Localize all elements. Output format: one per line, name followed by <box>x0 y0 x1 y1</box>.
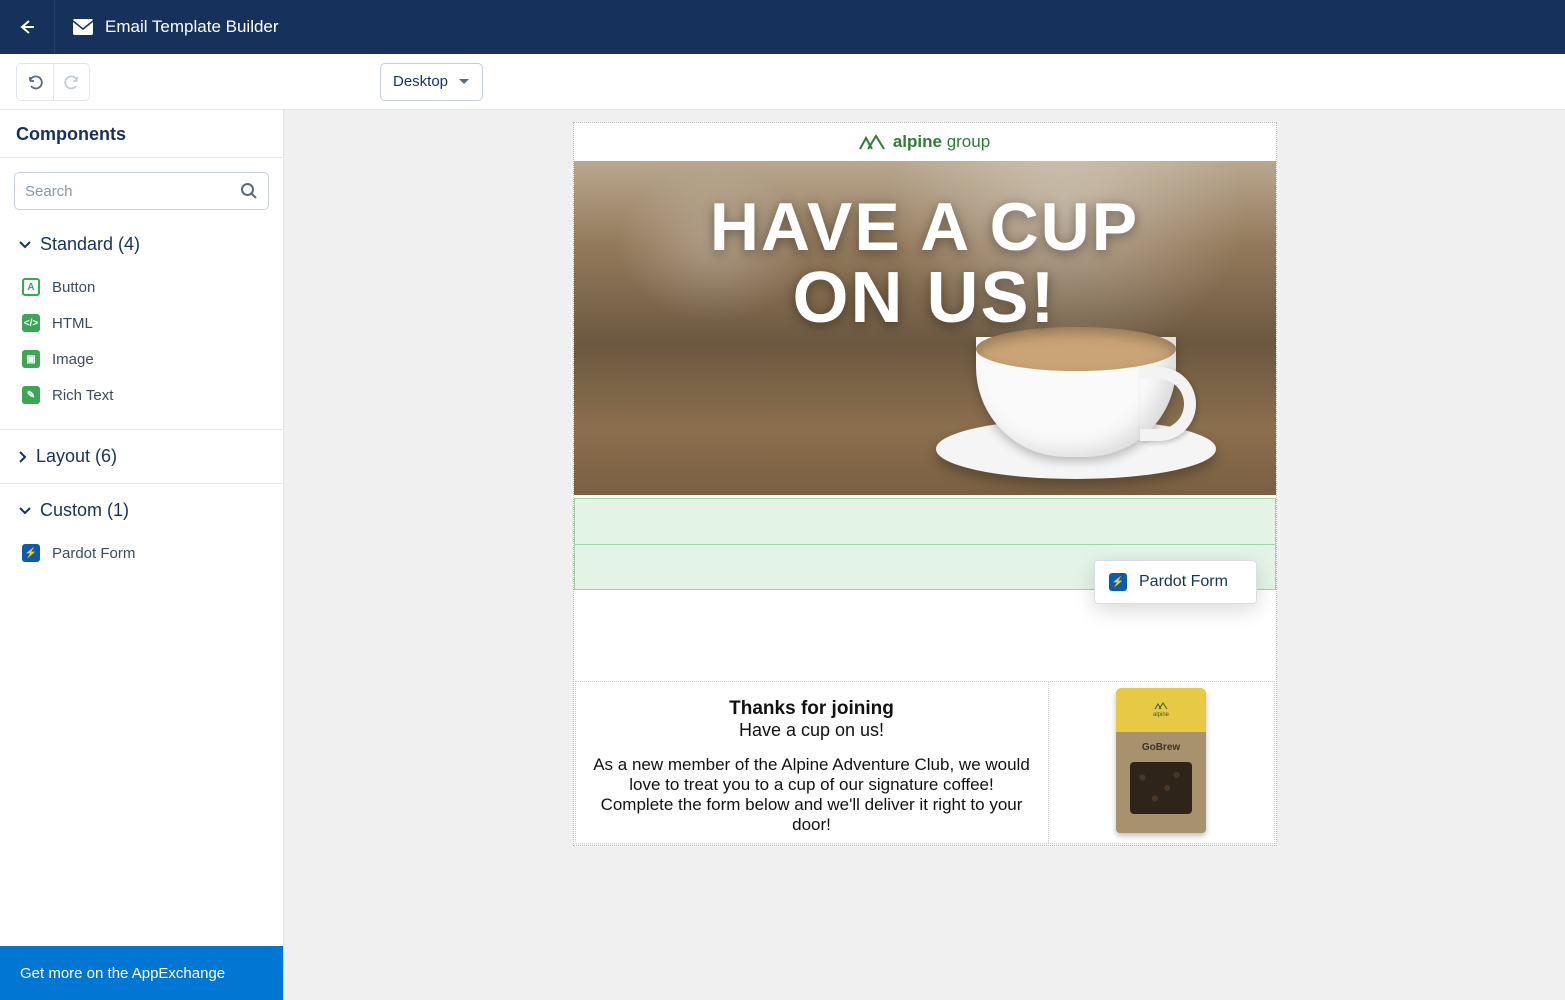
lightning-icon: ⚡ <box>22 544 40 562</box>
divider <box>0 483 283 484</box>
component-richtext[interactable]: ✎ Rich Text <box>0 377 283 413</box>
divider <box>0 429 283 430</box>
chevron-down-icon <box>458 78 470 86</box>
component-html[interactable]: </> HTML <box>0 305 283 341</box>
logo-bar: alpine group <box>574 123 1276 161</box>
hero-block[interactable]: alpine group HAVE A CUP ON US! <box>574 123 1276 495</box>
canvas-area: alpine group HAVE A CUP ON US! <box>284 110 1565 1000</box>
search-icon <box>240 182 258 200</box>
mountain-icon <box>1154 702 1168 710</box>
chevron-right-icon <box>18 450 28 464</box>
page-title: Email Template Builder <box>105 17 279 37</box>
component-image[interactable]: ▣ Image <box>0 341 283 377</box>
hero-line2: ON US! <box>574 261 1276 337</box>
drag-ghost-label: Pardot Form <box>1139 573 1228 591</box>
redo-button[interactable] <box>53 64 89 100</box>
component-label: Rich Text <box>52 387 113 404</box>
component-label: Image <box>52 351 94 368</box>
image-icon: ▣ <box>22 350 40 368</box>
html-icon: </> <box>22 314 40 332</box>
components-sidebar: Components Standard (4) A Button </> <box>0 110 284 1000</box>
content-text-cell[interactable]: Thanks for joining Have a cup on us! As … <box>576 682 1048 843</box>
mail-icon <box>73 19 93 35</box>
group-layout-header[interactable]: Layout (6) <box>0 436 283 477</box>
hero-line1: HAVE A CUP <box>574 193 1276 261</box>
arrow-left-icon <box>17 17 37 37</box>
search-box <box>14 172 269 210</box>
content-body: As a new member of the Alpine Adventure … <box>592 755 1032 835</box>
toolbar: Desktop <box>0 54 1565 110</box>
view-mode-select[interactable]: Desktop <box>380 63 483 101</box>
hero-text: HAVE A CUP ON US! <box>574 193 1276 337</box>
button-icon: A <box>22 278 40 296</box>
group-custom-header[interactable]: Custom (1) <box>0 490 283 531</box>
lightning-icon: ⚡ <box>1109 573 1127 591</box>
coffee-bag-graphic: alpine GoBrew <box>1116 688 1206 833</box>
app-header: Email Template Builder <box>0 0 1565 54</box>
chevron-down-icon <box>18 240 32 250</box>
group-standard-header[interactable]: Standard (4) <box>0 224 283 265</box>
coffee-cup-graphic <box>946 329 1216 479</box>
view-mode-label: Desktop <box>393 73 448 90</box>
drag-ghost[interactable]: ⚡ Pardot Form <box>1094 560 1257 604</box>
component-label: Pardot Form <box>52 545 135 562</box>
component-button[interactable]: A Button <box>0 269 283 305</box>
undo-icon <box>26 73 44 91</box>
component-pardot-form[interactable]: ⚡ Pardot Form <box>0 535 283 571</box>
content-subtitle: Have a cup on us! <box>592 720 1032 741</box>
chevron-down-icon <box>18 506 32 516</box>
mountain-icon <box>859 134 885 150</box>
appexchange-button[interactable]: Get more on the AppExchange <box>0 946 283 1000</box>
group-label: Standard (4) <box>40 234 140 255</box>
group-label: Custom (1) <box>40 500 129 521</box>
product-image-cell[interactable]: alpine GoBrew <box>1048 682 1274 843</box>
bag-logo-text: alpine <box>1153 712 1169 718</box>
richtext-icon: ✎ <box>22 386 40 404</box>
email-template[interactable]: alpine group HAVE A CUP ON US! <box>573 122 1277 846</box>
content-title: Thanks for joining <box>592 698 1032 720</box>
undo-redo-group <box>16 63 90 101</box>
content-row[interactable]: Thanks for joining Have a cup on us! As … <box>575 681 1275 844</box>
redo-icon <box>63 73 81 91</box>
search-input[interactable] <box>25 183 240 200</box>
bag-brand: GoBrew <box>1116 742 1206 753</box>
component-label: Button <box>52 279 95 296</box>
component-label: HTML <box>52 315 93 332</box>
sidebar-title: Components <box>0 110 283 157</box>
group-label: Layout (6) <box>36 446 117 467</box>
logo-text: alpine group <box>893 132 990 152</box>
undo-button[interactable] <box>17 64 53 100</box>
back-button[interactable] <box>0 0 55 54</box>
